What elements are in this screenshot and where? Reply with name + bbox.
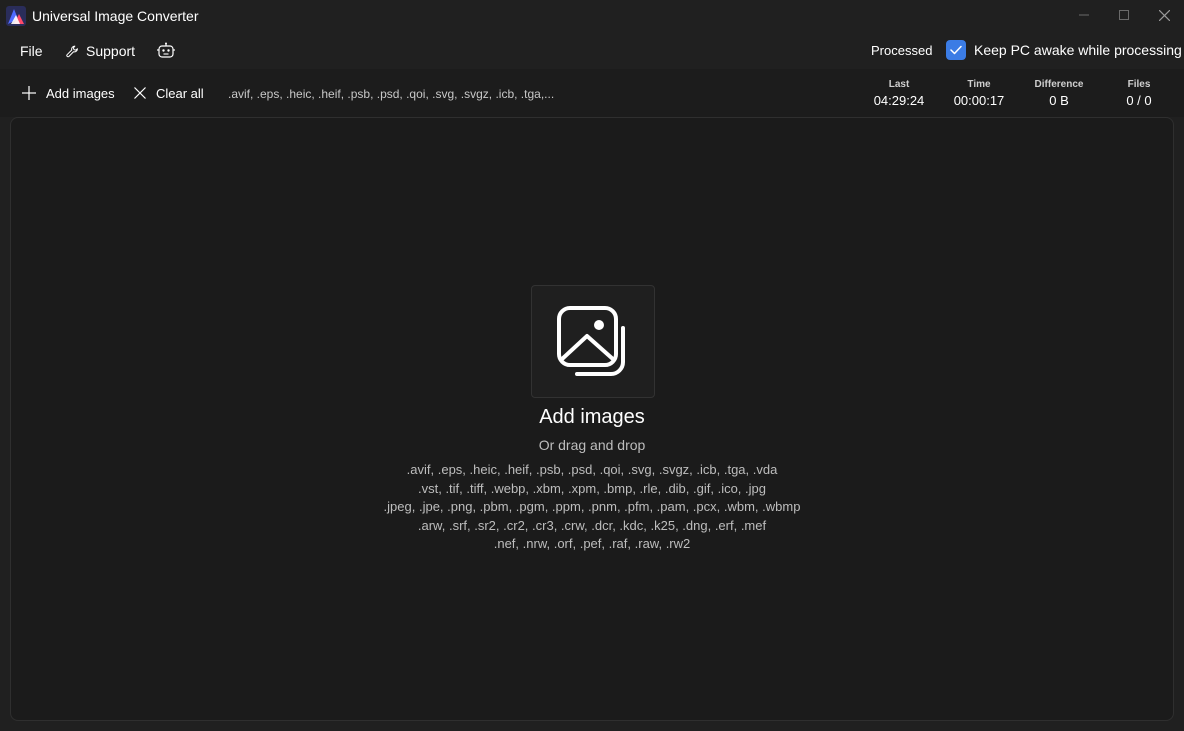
stat-time-value: 00:00:17 — [953, 93, 1005, 108]
maximize-button[interactable] — [1104, 0, 1144, 30]
app-logo-icon — [6, 6, 26, 26]
toolbar: Add images Clear all .avif, .eps, .heic,… — [0, 69, 1184, 117]
minimize-icon — [1079, 14, 1089, 16]
stat-difference: Difference 0 B — [1019, 79, 1099, 108]
close-icon — [1158, 9, 1170, 21]
stat-files: Files 0 / 0 — [1099, 79, 1179, 108]
close-icon — [134, 87, 146, 99]
bot-button[interactable] — [156, 34, 176, 68]
dropzone-subtitle: Or drag and drop — [538, 437, 646, 453]
stat-difference-value: 0 B — [1049, 93, 1069, 108]
stat-time: Time 00:00:17 — [939, 79, 1019, 108]
menu-support-label: Support — [86, 43, 136, 59]
app-title: Universal Image Converter — [32, 8, 199, 24]
checkmark-icon — [950, 45, 962, 55]
supported-formats-list: .avif, .eps, .heic, .heif, .psb, .psd, .… — [292, 461, 892, 554]
stat-files-label: Files — [1127, 79, 1151, 90]
stat-last-label: Last — [888, 79, 910, 90]
stat-files-value: 0 / 0 — [1126, 93, 1152, 108]
menu-file-label: File — [20, 43, 43, 59]
keep-awake-label: Keep PC awake while processing — [974, 42, 1182, 58]
wrench-icon — [66, 45, 78, 57]
add-images-label: Add images — [46, 85, 115, 101]
stat-last: Last 04:29:24 — [859, 79, 939, 108]
dropzone-title: Add images — [539, 406, 645, 428]
stat-last-value: 04:29:24 — [873, 93, 925, 108]
formats-line: .avif, .eps, .heic, .heif, .psb, .psd, .… — [406, 462, 778, 477]
keep-awake-toggle[interactable]: Keep PC awake while processing — [946, 40, 1182, 60]
clear-all-label: Clear all — [156, 85, 204, 101]
menu-support[interactable]: Support — [66, 34, 135, 68]
formats-line: .jpeg, .jpe, .png, .pbm, .pgm, .ppm, .pn… — [383, 499, 801, 515]
maximize-icon — [1119, 10, 1129, 20]
stat-time-label: Time — [967, 79, 991, 90]
close-window-button[interactable] — [1144, 0, 1184, 30]
processed-label: Processed — [871, 43, 933, 58]
menu-file[interactable]: File — [20, 34, 43, 68]
formats-line: .arw, .srf, .sr2, .cr2, .cr3, .crw, .dcr… — [417, 517, 767, 533]
minimize-button[interactable] — [1064, 0, 1104, 30]
clear-all-button[interactable]: Clear all — [134, 69, 204, 117]
formats-line: .nef, .nrw, .orf, .pef, .raf, .raw, .rw2 — [493, 536, 691, 552]
image-stack-icon — [557, 305, 625, 376]
keep-awake-checkbox[interactable] — [946, 40, 966, 60]
add-images-tile[interactable] — [531, 285, 655, 398]
stat-difference-label: Difference — [1034, 79, 1084, 90]
add-images-button[interactable]: Add images — [22, 69, 115, 117]
title-bar: Universal Image Converter — [0, 0, 1184, 32]
formats-summary: .avif, .eps, .heic, .heif, .psb, .psd, .… — [228, 87, 555, 101]
plus-icon — [22, 86, 36, 100]
robot-icon — [157, 42, 175, 58]
formats-line: .vst, .tif, .tiff, .webp, .xbm, .xpm, .b… — [418, 480, 766, 496]
